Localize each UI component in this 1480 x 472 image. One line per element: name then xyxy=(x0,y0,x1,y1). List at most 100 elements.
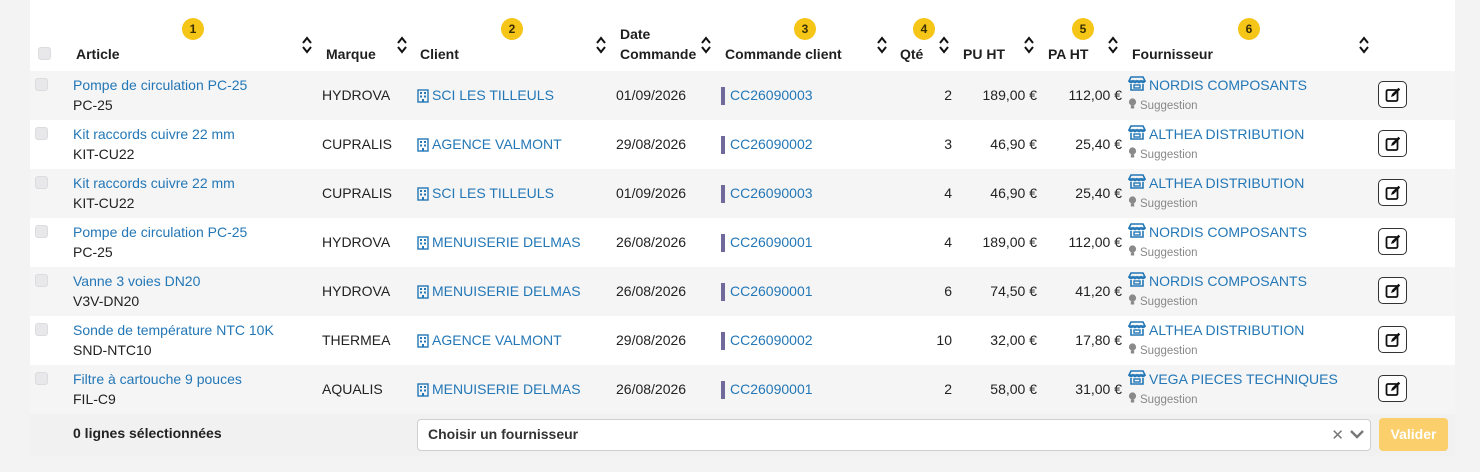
article-link[interactable]: Filtre à cartouche 9 pouces xyxy=(73,369,242,389)
column-badge-3: 3 xyxy=(794,18,816,40)
commande-marker xyxy=(721,332,725,350)
building-icon xyxy=(417,88,429,108)
marque-text: HYDROVA xyxy=(322,283,391,299)
client-link[interactable]: MENUISERIE DELMAS xyxy=(432,232,581,252)
date-commande: 29/08/2026 xyxy=(616,332,687,348)
marque-text: CUPRALIS xyxy=(322,136,393,152)
column-header-pu-ht[interactable]: PU HT xyxy=(963,44,1005,64)
article-link[interactable]: Kit raccords cuivre 22 mm xyxy=(73,173,235,193)
qte-value: 4 xyxy=(944,234,952,250)
edit-button[interactable] xyxy=(1378,326,1407,353)
commande-client-link[interactable]: CC26090001 xyxy=(730,232,813,252)
sort-icon[interactable] xyxy=(876,36,888,54)
date-commande: 26/08/2026 xyxy=(616,234,687,250)
suggestion-label: Suggestion xyxy=(1140,100,1198,112)
date-commande: 01/09/2026 xyxy=(616,87,687,103)
marque-text: THERMEA xyxy=(322,332,391,348)
table-row: Kit raccords cuivre 22 mm KIT-CU22 CUPRA… xyxy=(30,169,1455,218)
article-ref: KIT-CU22 xyxy=(73,195,135,211)
edit-button[interactable] xyxy=(1378,81,1407,108)
building-icon xyxy=(417,333,429,353)
fournisseur-link[interactable]: NORDIS COMPOSANTS xyxy=(1149,75,1307,95)
client-link[interactable]: AGENCE VALMONT xyxy=(432,330,562,350)
marque-text: CUPRALIS xyxy=(322,185,393,201)
table-row: Pompe de circulation PC-25 PC-25 HYDROVA… xyxy=(30,218,1455,267)
marque-text: HYDROVA xyxy=(322,234,391,250)
edit-button[interactable] xyxy=(1378,375,1407,402)
row-checkbox[interactable] xyxy=(35,78,48,91)
chevron-down-icon[interactable] xyxy=(1350,429,1364,439)
edit-button[interactable] xyxy=(1378,130,1407,157)
edit-button[interactable] xyxy=(1378,228,1407,255)
fournisseur-link[interactable]: ALTHEA DISTRIBUTION xyxy=(1149,124,1304,144)
client-link[interactable]: SCI LES TILLEULS xyxy=(432,183,554,203)
store-icon xyxy=(1127,76,1147,96)
pu-ht-value: 58,00 € xyxy=(990,381,1037,397)
lightbulb-icon xyxy=(1128,392,1137,405)
article-link[interactable]: Vanne 3 voies DN20 xyxy=(73,271,200,291)
suggestion-label: Suggestion xyxy=(1140,247,1198,259)
sort-icon[interactable] xyxy=(700,36,712,54)
row-checkbox[interactable] xyxy=(35,176,48,189)
sort-icon[interactable] xyxy=(1358,36,1370,54)
qte-value: 2 xyxy=(944,87,952,103)
sort-icon[interactable] xyxy=(595,36,607,54)
column-badge-5: 5 xyxy=(1072,18,1094,40)
commande-client-link[interactable]: CC26090003 xyxy=(730,85,813,105)
column-header-fournisseur[interactable]: Fournisseur xyxy=(1132,44,1213,64)
commande-client-link[interactable]: CC26090002 xyxy=(730,330,813,350)
commande-client-link[interactable]: CC26090001 xyxy=(730,281,813,301)
qte-value: 6 xyxy=(944,283,952,299)
fournisseur-link[interactable]: NORDIS COMPOSANTS xyxy=(1149,222,1307,242)
clear-icon[interactable]: ✕ xyxy=(1331,426,1344,444)
column-header-client[interactable]: Client xyxy=(420,44,459,64)
article-link[interactable]: Kit raccords cuivre 22 mm xyxy=(73,124,235,144)
building-icon xyxy=(417,235,429,255)
fournisseur-link[interactable]: NORDIS COMPOSANTS xyxy=(1149,271,1307,291)
sort-icon[interactable] xyxy=(1107,36,1119,54)
commande-client-link[interactable]: CC26090001 xyxy=(730,379,813,399)
client-link[interactable]: AGENCE VALMONT xyxy=(432,134,562,154)
column-header-qte[interactable]: Qté xyxy=(900,44,923,64)
client-link[interactable]: MENUISERIE DELMAS xyxy=(432,281,581,301)
pu-ht-value: 32,00 € xyxy=(990,332,1037,348)
article-link[interactable]: Pompe de circulation PC-25 xyxy=(73,75,247,95)
fournisseur-link[interactable]: ALTHEA DISTRIBUTION xyxy=(1149,173,1304,193)
sort-icon[interactable] xyxy=(396,36,408,54)
article-link[interactable]: Pompe de circulation PC-25 xyxy=(73,222,247,242)
store-icon xyxy=(1127,125,1147,145)
commande-client-link[interactable]: CC26090003 xyxy=(730,183,813,203)
commande-client-link[interactable]: CC26090002 xyxy=(730,134,813,154)
lightbulb-icon xyxy=(1128,98,1137,111)
column-badge-2: 2 xyxy=(501,18,523,40)
row-checkbox[interactable] xyxy=(35,225,48,238)
column-header-marque[interactable]: Marque xyxy=(326,44,376,64)
row-checkbox[interactable] xyxy=(35,372,48,385)
edit-button[interactable] xyxy=(1378,179,1407,206)
row-checkbox[interactable] xyxy=(35,127,48,140)
sort-icon[interactable] xyxy=(301,36,313,54)
fournisseur-link[interactable]: ALTHEA DISTRIBUTION xyxy=(1149,320,1304,340)
fournisseur-link[interactable]: VEGA PIECES TECHNIQUES xyxy=(1149,369,1338,389)
table-row: Pompe de circulation PC-25 PC-25 HYDROVA… xyxy=(30,71,1455,120)
article-ref: FIL-C9 xyxy=(73,391,116,407)
column-header-date[interactable]: Date Commande xyxy=(620,24,696,64)
supplier-select[interactable]: Choisir un fournisseur ✕ xyxy=(417,419,1371,451)
commande-marker xyxy=(721,136,725,154)
sort-icon[interactable] xyxy=(938,36,950,54)
select-all-checkbox[interactable] xyxy=(38,47,51,60)
table-panel: 1 2 3 4 5 6 Article Marque Client Date C… xyxy=(30,0,1455,456)
valider-button[interactable]: Valider xyxy=(1379,418,1448,451)
table-row: Sonde de température NTC 10K SND-NTC10 T… xyxy=(30,316,1455,365)
row-checkbox[interactable] xyxy=(35,323,48,336)
column-badge-1: 1 xyxy=(182,18,204,40)
article-link[interactable]: Sonde de température NTC 10K xyxy=(73,320,274,340)
column-header-article[interactable]: Article xyxy=(76,44,120,64)
edit-button[interactable] xyxy=(1378,277,1407,304)
client-link[interactable]: SCI LES TILLEULS xyxy=(432,85,554,105)
column-header-commande-client[interactable]: Commande client xyxy=(725,44,842,64)
row-checkbox[interactable] xyxy=(35,274,48,287)
client-link[interactable]: MENUISERIE DELMAS xyxy=(432,379,581,399)
column-header-pa-ht[interactable]: PA HT xyxy=(1048,44,1088,64)
sort-icon[interactable] xyxy=(1023,36,1035,54)
